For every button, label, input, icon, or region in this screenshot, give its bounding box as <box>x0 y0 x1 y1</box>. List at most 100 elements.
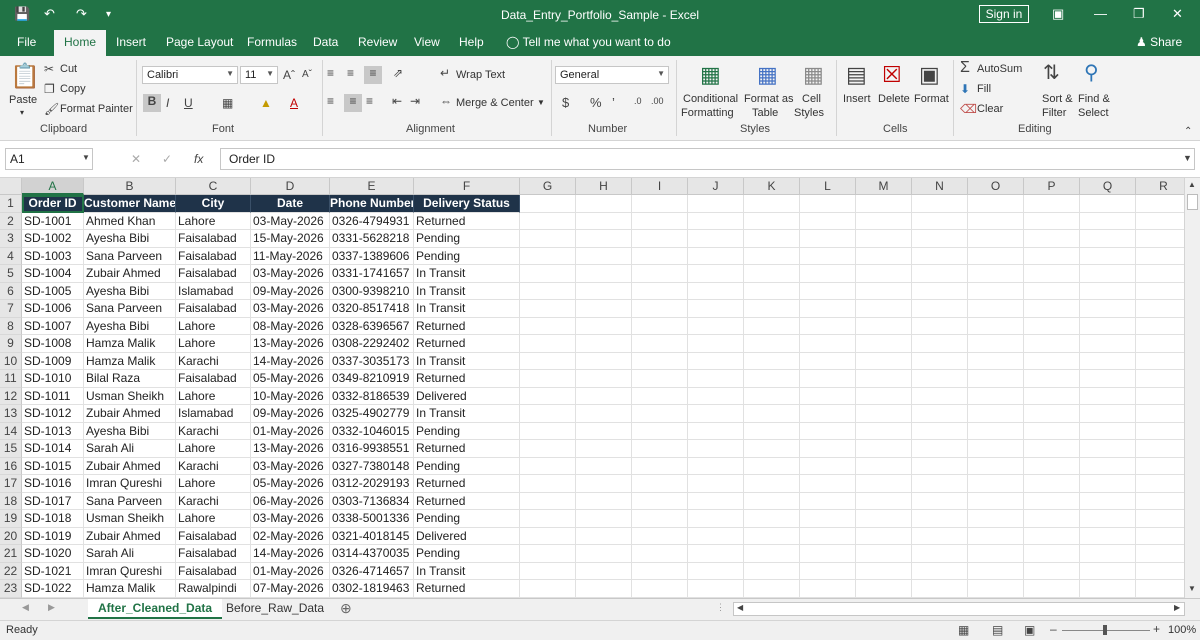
table-cell[interactable]: Returned <box>414 370 520 388</box>
empty-cell[interactable] <box>1024 475 1080 493</box>
empty-cell[interactable] <box>1136 318 1184 335</box>
table-cell[interactable]: 07-May-2026 <box>251 580 330 598</box>
empty-cell[interactable] <box>856 440 912 458</box>
empty-cell[interactable] <box>912 510 968 528</box>
empty-cell[interactable] <box>912 212 968 230</box>
empty-cell[interactable] <box>1024 562 1080 580</box>
empty-cell[interactable] <box>688 352 744 370</box>
table-cell[interactable]: 10-May-2026 <box>251 387 330 405</box>
empty-cell[interactable] <box>968 387 1024 405</box>
expand-formula-icon[interactable]: ▼ <box>1183 153 1192 163</box>
table-header-cell[interactable]: Delivery Status <box>414 195 520 213</box>
empty-cell[interactable] <box>1080 335 1136 353</box>
conditional-formatting-button[interactable]: Conditional <box>683 93 738 105</box>
empty-cell[interactable] <box>1136 423 1184 440</box>
empty-cell[interactable] <box>520 195 576 213</box>
empty-cell[interactable] <box>1080 265 1136 283</box>
empty-cell[interactable] <box>912 335 968 353</box>
table-cell[interactable]: Ayesha Bibi <box>84 282 176 300</box>
empty-cell[interactable] <box>632 510 688 528</box>
empty-cell[interactable] <box>1080 510 1136 528</box>
share-button[interactable]: ♟ Share <box>1136 35 1182 49</box>
table-cell[interactable]: SD-1017 <box>22 492 84 510</box>
table-cell[interactable]: Faisalabad <box>176 247 251 265</box>
table-cell[interactable]: In Transit <box>414 405 520 423</box>
empty-cell[interactable] <box>1136 580 1184 598</box>
tab-data[interactable]: Data <box>313 35 338 49</box>
empty-cell[interactable] <box>968 492 1024 510</box>
table-cell[interactable]: SD-1021 <box>22 562 84 580</box>
empty-cell[interactable] <box>1080 282 1136 300</box>
empty-cell[interactable] <box>576 282 632 300</box>
table-cell[interactable]: 14-May-2026 <box>251 352 330 370</box>
empty-cell[interactable] <box>632 300 688 318</box>
empty-cell[interactable] <box>576 510 632 528</box>
empty-cell[interactable] <box>1024 405 1080 423</box>
table-cell[interactable]: 0316-9938551 <box>330 440 414 458</box>
empty-cell[interactable] <box>856 352 912 370</box>
empty-cell[interactable] <box>520 230 576 248</box>
column-header[interactable]: P <box>1024 178 1080 195</box>
table-cell[interactable]: SD-1019 <box>22 527 84 545</box>
empty-cell[interactable] <box>1080 492 1136 510</box>
empty-cell[interactable] <box>1136 545 1184 563</box>
table-cell[interactable]: Rawalpindi <box>176 580 251 598</box>
empty-cell[interactable] <box>520 212 576 230</box>
empty-cell[interactable] <box>1136 510 1184 528</box>
table-cell[interactable]: 0337-3035173 <box>330 352 414 370</box>
empty-cell[interactable] <box>1136 230 1184 248</box>
empty-cell[interactable] <box>1080 352 1136 370</box>
empty-cell[interactable] <box>576 212 632 230</box>
normal-view-icon[interactable]: ▦ <box>958 623 969 637</box>
empty-cell[interactable] <box>744 265 800 283</box>
enter-icon[interactable]: ✓ <box>162 152 172 166</box>
empty-cell[interactable] <box>968 282 1024 300</box>
table-cell[interactable]: Faisalabad <box>176 230 251 248</box>
empty-cell[interactable] <box>1024 580 1080 598</box>
empty-cell[interactable] <box>968 317 1024 335</box>
empty-cell[interactable] <box>856 545 912 563</box>
tab-help[interactable]: Help <box>459 35 484 49</box>
empty-cell[interactable] <box>1136 335 1184 353</box>
table-cell[interactable]: 0326-4794931 <box>330 212 414 230</box>
empty-cell[interactable] <box>632 335 688 353</box>
cell-styles-button[interactable]: Cell <box>802 93 821 105</box>
empty-cell[interactable] <box>1024 352 1080 370</box>
increase-decimal-icon[interactable]: .0 <box>634 96 642 106</box>
table-cell[interactable]: Karachi <box>176 492 251 510</box>
column-header[interactable]: O <box>968 178 1024 195</box>
empty-cell[interactable] <box>744 527 800 545</box>
empty-cell[interactable] <box>744 212 800 230</box>
table-cell[interactable]: Hamza Malik <box>84 352 176 370</box>
ribbon-display-icon[interactable]: ▣ <box>1052 6 1064 22</box>
empty-cell[interactable] <box>856 492 912 510</box>
empty-cell[interactable] <box>744 457 800 475</box>
empty-cell[interactable] <box>632 247 688 265</box>
empty-cell[interactable] <box>800 510 856 528</box>
row-header[interactable]: 17 <box>0 475 22 493</box>
empty-cell[interactable] <box>576 335 632 353</box>
close-icon[interactable]: ✕ <box>1172 6 1183 22</box>
table-cell[interactable]: Usman Sheikh <box>84 387 176 405</box>
table-cell[interactable]: In Transit <box>414 282 520 300</box>
row-header[interactable]: 23 <box>0 580 22 598</box>
empty-cell[interactable] <box>744 300 800 318</box>
empty-cell[interactable] <box>576 527 632 545</box>
empty-cell[interactable] <box>688 195 744 213</box>
comma-icon[interactable]: ’ <box>612 95 615 110</box>
empty-cell[interactable] <box>968 510 1024 528</box>
empty-cell[interactable] <box>1080 230 1136 248</box>
insert-function-button[interactable]: fx <box>194 152 203 166</box>
table-cell[interactable]: Sana Parveen <box>84 492 176 510</box>
empty-cell[interactable] <box>688 405 744 423</box>
empty-cell[interactable] <box>576 422 632 440</box>
column-header[interactable]: J <box>688 178 744 195</box>
tell-me-search[interactable]: ◯ Tell me what you want to do <box>506 35 671 49</box>
empty-cell[interactable] <box>856 247 912 265</box>
table-cell[interactable]: 03-May-2026 <box>251 265 330 283</box>
spreadsheet-grid[interactable]: A B C D E F G H I J K L M N O P Q R 1 Order ID Customer Name… <box>0 178 1184 598</box>
empty-cell[interactable] <box>576 317 632 335</box>
empty-cell[interactable] <box>520 300 576 318</box>
tab-review[interactable]: Review <box>358 35 397 49</box>
empty-cell[interactable] <box>912 422 968 440</box>
